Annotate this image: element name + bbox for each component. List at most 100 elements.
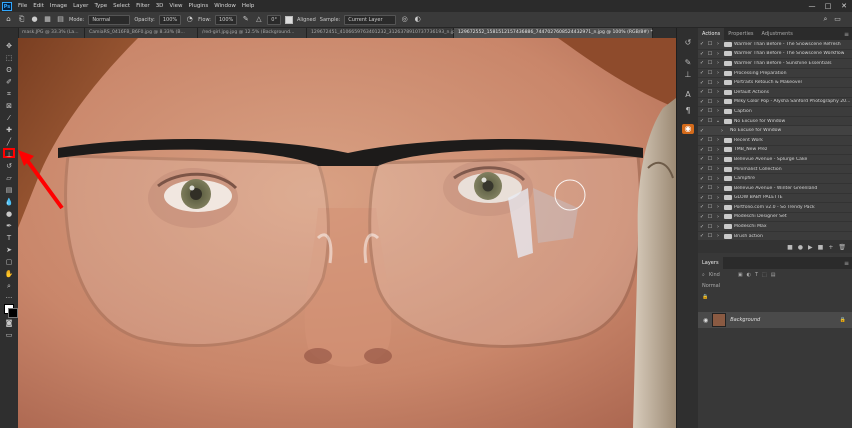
layer-row-background[interactable]: ◉ Background 🔒 [698,312,852,329]
healing-brush-tool[interactable]: ✚ [3,125,15,135]
pen-tool[interactable]: ✒ [3,221,15,231]
aligned-checkbox[interactable] [284,15,293,24]
eyedropper-tool[interactable]: ⁄ [3,113,15,123]
angle-field[interactable]: 0° [267,14,281,25]
dialog-toggle-icon[interactable]: ☐ [706,60,714,66]
panel-menu-icon[interactable]: ≡ [844,31,852,38]
lock-icon[interactable]: 🔒 [702,294,708,300]
chevron-right-icon[interactable]: › [714,41,722,47]
background-color-swatch[interactable] [8,308,18,318]
character-icon[interactable]: A [682,90,694,100]
check-icon[interactable]: ✓ [698,156,706,162]
opacity-field[interactable]: 100% [158,14,182,25]
menu-view[interactable]: View [166,3,185,9]
action-set-row[interactable]: ✓ ☐ › GLOW BABY PALETTE [698,193,852,204]
filter-shape-icon[interactable]: ⬚ [762,272,767,278]
doc-tab-2[interactable]: CamiaRS_0416FB_B6F0.jpg @ 8.33% (B... [85,28,198,38]
check-icon[interactable]: ✓ [698,176,706,182]
brush-settings-icon[interactable]: ▦ [43,15,52,24]
rectangle-tool[interactable]: ▢ [3,257,15,267]
hand-tool[interactable]: ✋ [3,269,15,279]
action-set-row[interactable]: ✓ ☐ › Minimalist Collection [698,164,852,175]
menu-file[interactable]: File [15,3,30,9]
chevron-right-icon[interactable]: › [714,128,726,134]
gradient-tool[interactable]: ▤ [3,185,15,195]
chevron-down-icon[interactable]: ⌄ [714,118,722,124]
dialog-toggle-icon[interactable]: ☐ [706,99,714,105]
check-icon[interactable]: ✓ [698,80,706,86]
dialog-toggle-icon[interactable]: ☐ [706,195,714,201]
check-icon[interactable]: ✓ [698,60,706,66]
dialog-toggle-icon[interactable]: ☐ [706,51,714,57]
libraries-icon[interactable]: ◉ [682,124,694,134]
menu-type[interactable]: Type [91,3,110,9]
mode-select[interactable]: Normal [88,14,131,25]
chevron-right-icon[interactable]: › [714,185,722,191]
chevron-right-icon[interactable]: › [714,137,722,143]
maximize-button[interactable]: □ [820,0,836,12]
chevron-right-icon[interactable]: › [714,204,722,210]
action-set-row[interactable]: ✓ ☐ › Warmer Than Before - The Snowscene Re… [698,40,852,50]
action-set-row[interactable]: ✓ ☐ › Modeschi Designer Set [698,212,852,223]
home-icon[interactable]: ⌂ [4,15,13,24]
tab-properties[interactable]: Properties [724,28,757,40]
action-set-row[interactable]: ✓ ☐ › Portfolio.com v2.0 - So Trendy Pack [698,203,852,213]
action-set-row[interactable]: ✓ ☐ › Default Actions [698,87,852,98]
check-icon[interactable]: ✓ [698,99,706,105]
frame-tool[interactable]: ⊠ [3,101,15,111]
action-set-row[interactable]: ✓ ☐ › Brush action [698,231,852,242]
clone-stamp-tool[interactable]: ⊥ [3,148,15,159]
dialog-toggle-icon[interactable]: ☐ [706,108,714,114]
filter-type-icon[interactable]: T [755,272,758,278]
dialog-toggle-icon[interactable]: ☐ [706,147,714,153]
dialog-toggle-icon[interactable]: ☐ [706,185,714,191]
edit-toolbar-icon[interactable]: ··· [3,293,15,303]
check-icon[interactable]: ✓ [698,70,706,76]
zoom-tool[interactable]: ⌕ [3,281,15,291]
chevron-right-icon[interactable]: › [714,70,722,76]
layers-menu-icon[interactable]: ≡ [844,260,852,267]
dialog-toggle-icon[interactable]: ☐ [706,41,714,47]
menu-edit[interactable]: Edit [30,3,47,9]
doc-tab-1[interactable]: mask.JPG @ 33.3% (La... [18,28,85,38]
new-action-icon[interactable]: + [828,244,833,251]
screen-mode-icon[interactable]: ▭ [3,330,15,340]
filter-adjustment-icon[interactable]: ◐ [747,272,751,278]
tab-adjustments[interactable]: Adjustments [758,28,797,40]
sample-select[interactable]: Current Layer [344,14,397,25]
menu-filter[interactable]: Filter [133,3,153,9]
action-set-row[interactable]: ✓ ☐ › Warmer Than Before - Sunshine Essenti… [698,59,852,69]
action-set-row-expanded[interactable]: ✓ ☐ ⌄ No Excuse for Window [698,116,852,127]
search-icon[interactable]: ⌕ [821,15,830,24]
dialog-toggle-icon[interactable]: ☐ [706,166,714,172]
check-icon[interactable]: ✓ [698,118,706,124]
stop-icon[interactable]: ■ [787,244,793,251]
check-icon[interactable]: ✓ [698,51,706,57]
action-set-row[interactable]: ✓ ☐ › Warmer Than Before - The Snowscene Wo… [698,49,852,60]
tab-layers[interactable]: Layers [698,257,723,270]
dialog-toggle-icon[interactable]: ☐ [706,204,714,210]
filter-smart-icon[interactable]: ▤ [771,272,776,278]
dialog-toggle-icon[interactable]: ☐ [706,118,714,124]
check-icon[interactable]: ✓ [698,128,706,134]
chevron-right-icon[interactable]: › [714,108,722,114]
menu-image[interactable]: Image [47,3,70,9]
dialog-toggle-icon[interactable]: ☐ [706,137,714,143]
chevron-right-icon[interactable]: › [714,60,722,66]
action-set-row[interactable]: ✓ ☐ › Bellevue Avenue - Splurge Cake [698,155,852,165]
dialog-toggle-icon[interactable]: ☐ [706,89,714,95]
dialog-toggle-icon[interactable]: ☐ [706,224,714,230]
dialog-toggle-icon[interactable]: ☐ [706,80,714,86]
check-icon[interactable]: ✓ [698,233,706,239]
path-select-tool[interactable]: ➤ [3,245,15,255]
type-tool[interactable]: T [3,233,15,243]
chevron-right-icon[interactable]: › [714,99,722,105]
doc-tab-4[interactable]: 129672451_4106659763401232_3126378910737… [307,28,458,38]
new-set-icon[interactable]: ■ [818,244,824,251]
filter-pixel-icon[interactable]: ▣ [738,272,743,278]
action-set-row[interactable]: ✓ ☐ › TMB_New Prez [698,145,852,156]
lasso-tool[interactable]: ʘ [3,65,15,75]
chevron-right-icon[interactable]: › [714,147,722,153]
dialog-toggle-icon[interactable]: ☐ [706,156,714,162]
clone-stamp-preset-icon[interactable]: ⎗ [17,15,26,24]
